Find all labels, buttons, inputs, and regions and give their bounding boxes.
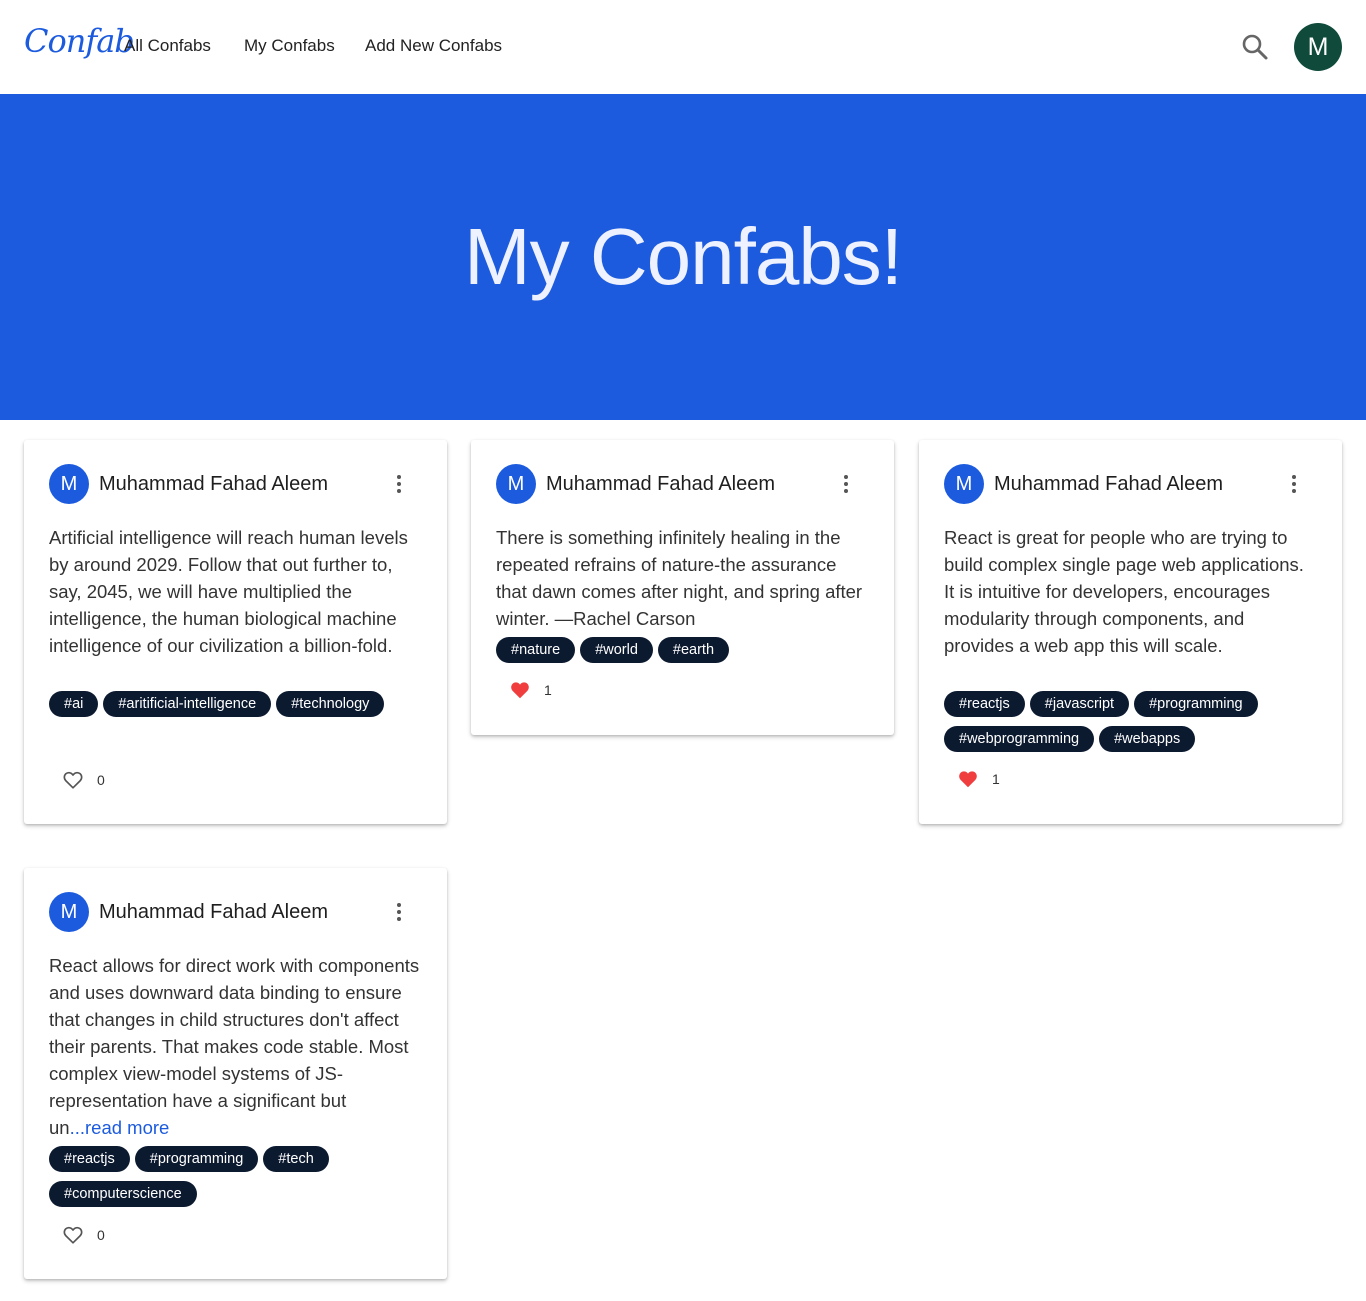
- like-row: 1: [957, 768, 1000, 790]
- page-title: My Confabs!: [463, 212, 903, 301]
- tag-chip[interactable]: #javascript: [1029, 691, 1130, 717]
- author-avatar: M: [49, 464, 89, 504]
- tag-chip[interactable]: #webapps: [1099, 726, 1196, 752]
- tag-chip[interactable]: #aritificial-intelligence: [103, 691, 272, 717]
- tag-chip[interactable]: #reactjs: [49, 1146, 130, 1172]
- like-count: 1: [544, 682, 552, 698]
- card-header: M Muhammad Fahad Aleem: [49, 892, 328, 932]
- tag-list: #reactjs #javascript #programming #webpr…: [944, 691, 1324, 752]
- confab-text: React is great for people who are trying…: [944, 527, 1304, 656]
- tag-chip[interactable]: #programming: [1134, 691, 1258, 717]
- read-more-link[interactable]: ...read more: [70, 1117, 170, 1138]
- tag-list: #nature #world #earth: [496, 637, 876, 663]
- more-options-button[interactable]: [389, 902, 409, 922]
- heart-filled-icon[interactable]: [509, 679, 531, 701]
- author-name: Muhammad Fahad Aleem: [99, 472, 329, 495]
- more-options-button[interactable]: [389, 474, 409, 494]
- tag-chip[interactable]: #reactjs: [944, 691, 1025, 717]
- more-options-button[interactable]: [836, 474, 856, 494]
- like-row: 0: [62, 1224, 105, 1246]
- like-row: 1: [509, 679, 552, 701]
- user-avatar[interactable]: M: [1294, 23, 1342, 71]
- more-options-button[interactable]: [1284, 474, 1304, 494]
- nav-all-confabs[interactable]: All Confabs: [124, 36, 211, 56]
- confab-text: There is something infinitely healing in…: [496, 527, 863, 629]
- tag-chip[interactable]: #programming: [134, 1146, 259, 1172]
- tag-chip[interactable]: #technology: [276, 691, 385, 717]
- confab-card: M Muhammad Fahad Aleem React allows for …: [24, 868, 447, 1279]
- heart-outline-icon[interactable]: [62, 769, 84, 791]
- more-vert-icon: [397, 903, 401, 907]
- tag-list: #ai #aritificial-intelligence #technolog…: [49, 691, 429, 717]
- tag-chip[interactable]: #computerscience: [49, 1181, 197, 1207]
- card-header: M Muhammad Fahad Aleem: [944, 464, 1223, 504]
- author-name: Muhammad Fahad Aleem: [546, 472, 776, 495]
- nav-add-new-confabs[interactable]: Add New Confabs: [365, 36, 502, 56]
- like-row: 0: [62, 769, 105, 791]
- nav-my-confabs[interactable]: My Confabs: [244, 36, 335, 56]
- heart-filled-icon[interactable]: [957, 768, 979, 790]
- author-name: Muhammad Fahad Aleem: [99, 900, 329, 923]
- like-count: 0: [97, 1227, 105, 1243]
- like-count: 0: [97, 772, 105, 788]
- confab-text: React allows for direct work with compon…: [49, 955, 420, 1138]
- author-avatar: M: [49, 892, 89, 932]
- more-vert-icon: [1292, 475, 1296, 479]
- more-vert-icon: [844, 475, 848, 479]
- tag-chip[interactable]: #nature: [496, 637, 576, 663]
- confab-card: M Muhammad Fahad Aleem There is somethin…: [471, 440, 894, 735]
- tag-list: #reactjs #programming #tech #computersci…: [49, 1146, 429, 1207]
- author-name: Muhammad Fahad Aleem: [994, 472, 1224, 495]
- author-avatar: M: [944, 464, 984, 504]
- hero-banner: My Confabs!: [0, 94, 1366, 420]
- tag-chip[interactable]: #webprogramming: [944, 726, 1095, 752]
- confab-text: Artificial intelligence will reach human…: [49, 527, 408, 656]
- more-vert-icon: [397, 475, 401, 479]
- heart-outline-icon[interactable]: [62, 1224, 84, 1246]
- confab-card: M Muhammad Fahad Aleem Artificial intell…: [24, 440, 447, 824]
- search-button[interactable]: [1238, 30, 1272, 64]
- search-icon: [1242, 34, 1268, 60]
- confab-card: M Muhammad Fahad Aleem React is great fo…: [919, 440, 1342, 824]
- tag-chip[interactable]: #ai: [49, 691, 99, 717]
- tag-chip[interactable]: #world: [580, 637, 653, 663]
- tag-chip[interactable]: #earth: [657, 637, 730, 663]
- card-header: M Muhammad Fahad Aleem: [496, 464, 775, 504]
- author-avatar: M: [496, 464, 536, 504]
- confab-logo[interactable]: Confab: [24, 22, 135, 60]
- like-count: 1: [992, 771, 1000, 787]
- card-header: M Muhammad Fahad Aleem: [49, 464, 328, 504]
- tag-chip[interactable]: #tech: [263, 1146, 329, 1172]
- top-navbar: Confab All Confabs My Confabs Add New Co…: [0, 0, 1366, 94]
